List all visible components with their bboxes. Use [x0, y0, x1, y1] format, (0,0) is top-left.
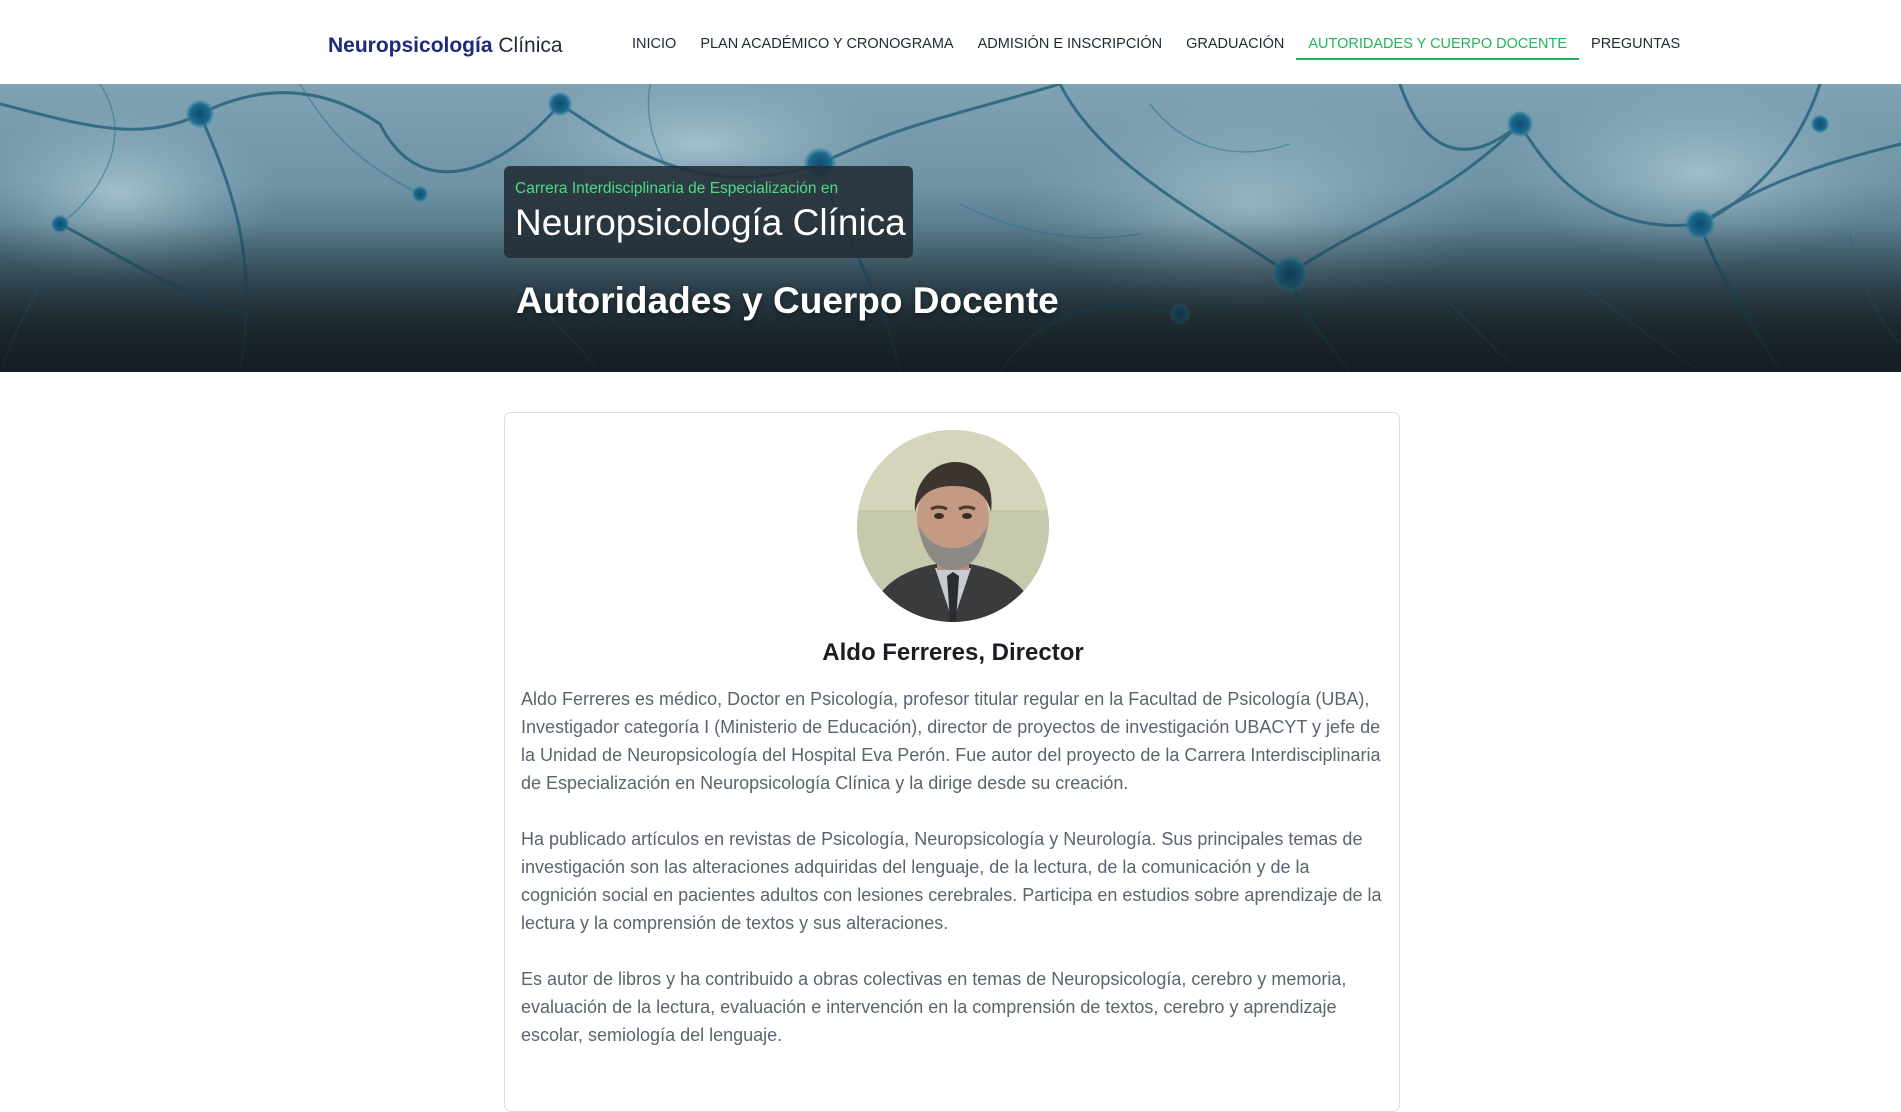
bio-paragraph: Aldo Ferreres es médico, Doctor en Psico…: [521, 689, 1381, 793]
nav-item-autoridades[interactable]: AUTORIDADES Y CUERPO DOCENTE: [1296, 32, 1580, 60]
person-name: Aldo Ferreres, Director: [822, 639, 1084, 666]
hero-banner: Carrera Interdisciplinaria de Especializ…: [0, 84, 1901, 372]
bio-paragraph: Ha publicado artículos en revistas de Ps…: [521, 829, 1382, 933]
brand-logo-link[interactable]: Neuropsicología Clínica: [328, 30, 563, 62]
avatar: [857, 430, 1049, 622]
nav-item-preguntas[interactable]: PREGUNTAS: [1579, 32, 1692, 60]
profile-card: Aldo Ferreres, Director Aldo Ferreres es…: [504, 412, 1400, 1112]
brand-name-bold: Neuropsicología: [328, 34, 493, 57]
nav-item-graduacion[interactable]: GRADUACIÓN: [1174, 32, 1296, 60]
director-photo: [857, 430, 1049, 622]
hero-kicker: Carrera Interdisciplinaria de Especializ…: [515, 180, 839, 197]
bio-paragraph: Es autor de libros y ha contribuido a ob…: [521, 969, 1347, 1045]
page-title: Autoridades y Cuerpo Docente: [516, 280, 1059, 321]
main-nav: INICIO PLAN ACADÉMICO Y CRONOGRAMA ADMIS…: [620, 32, 1692, 60]
top-navbar: Neuropsicología Clínica INICIO PLAN ACAD…: [0, 0, 1901, 84]
biography: Aldo Ferreres es médico, Doctor en Psico…: [521, 685, 1387, 1077]
nav-item-inicio[interactable]: INICIO: [620, 32, 688, 60]
hero-title-box: Carrera Interdisciplinaria de Especializ…: [504, 166, 913, 258]
nav-item-plan-academico[interactable]: PLAN ACADÉMICO Y CRONOGRAMA: [688, 32, 965, 60]
nav-item-admision[interactable]: ADMISIÓN E INSCRIPCIÓN: [966, 32, 1175, 60]
brand-name-light: Clínica: [498, 34, 563, 57]
hero-title: Neuropsicología Clínica: [515, 202, 906, 243]
